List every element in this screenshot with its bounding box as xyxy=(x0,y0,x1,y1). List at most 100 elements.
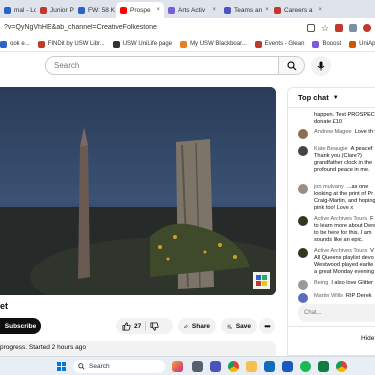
thumbs-down-icon[interactable] xyxy=(150,321,159,331)
voice-search-button[interactable] xyxy=(311,56,331,76)
tab-label: Careers a xyxy=(284,6,313,14)
close-tab-icon[interactable]: × xyxy=(265,7,269,13)
bookmark-label: FINDit by USW Libr... xyxy=(47,41,105,47)
chat-mode-selector[interactable]: Top chat ▼ xyxy=(288,88,375,108)
like-button[interactable]: 27 xyxy=(122,321,141,331)
chat-text: F xyxy=(370,216,374,222)
bookmark-label: UniApps xyxy=(359,41,375,47)
share-label: Share xyxy=(191,322,210,330)
bookmark-item[interactable]: FINDit by USW Libr... xyxy=(37,40,105,48)
chat-text: Thank you (Clare?) xyxy=(314,153,362,159)
browser-tab[interactable]: FW: 58 K× xyxy=(74,2,116,18)
browser-tab[interactable]: Careers a × xyxy=(270,2,326,18)
chat-author[interactable]: jon mulvany xyxy=(314,184,344,190)
bookmark-item[interactable]: Booost xyxy=(312,40,341,48)
bookmark-item[interactable]: My USW Blackboar... xyxy=(180,40,247,48)
chat-input-placeholder: Chat... xyxy=(304,310,322,316)
chat-text: profound peace in me. xyxy=(314,167,370,173)
browser-tab[interactable]: Arts Activ × xyxy=(164,2,220,18)
browser-tab[interactable]: mal - Lo× xyxy=(0,2,36,18)
chat-message: profound peace in me. xyxy=(298,167,375,174)
more-actions-button[interactable]: ••• xyxy=(259,318,275,334)
extension-puzzle-icon[interactable] xyxy=(349,23,357,32)
chat-message: All Queens playlist devo xyxy=(298,255,375,262)
chat-text: ...as one xyxy=(346,184,369,190)
outlook-icon[interactable] xyxy=(264,361,275,372)
chat-avatar[interactable] xyxy=(298,280,308,290)
install-app-icon[interactable] xyxy=(307,23,315,32)
close-tab-icon[interactable]: × xyxy=(212,7,216,13)
bookmark-item[interactable]: Events - Glean xyxy=(254,40,304,48)
chat-avatar[interactable] xyxy=(298,293,308,303)
chat-text: RIP Derek xyxy=(345,293,372,299)
url-text[interactable]: ?v=QyNgVhHE&ab_channel=CreativeFolkeston… xyxy=(4,24,307,31)
bookmark-item[interactable]: UniApps xyxy=(349,40,375,48)
browser-tab[interactable]: Teams an × xyxy=(220,2,270,18)
taskbar-search-label: Search xyxy=(89,363,110,370)
tab-favicon-icon xyxy=(120,6,127,14)
chat-author[interactable]: Active Archives Tours xyxy=(314,248,367,254)
chat-message: a great Monday evening xyxy=(298,269,375,276)
chat-text: happen. Text PROSPECT xyxy=(314,112,375,118)
chat-author[interactable]: Being xyxy=(314,280,328,286)
chat-text: a great Monday evening xyxy=(314,269,375,275)
thumbs-up-icon xyxy=(122,321,131,331)
bookmark-favicon-icon xyxy=(112,40,120,48)
bookmark-favicon-icon xyxy=(254,40,262,48)
subscribe-button[interactable]: Subscribe xyxy=(0,318,41,334)
teams-icon[interactable] xyxy=(210,361,221,372)
chat-avatar[interactable] xyxy=(298,129,308,139)
extension-red-icon[interactable] xyxy=(335,23,343,32)
chat-author[interactable]: Andrew Magee xyxy=(314,129,352,135)
tab-favicon-icon xyxy=(40,6,47,14)
start-menu-icon[interactable] xyxy=(57,362,66,371)
chrome-alt-icon[interactable] xyxy=(336,361,347,372)
chat-message-body: to learn more about Dere xyxy=(314,223,375,230)
chat-message-body: Being I also love Glitter xyxy=(314,280,375,287)
taskbar-search[interactable]: Search xyxy=(73,360,165,373)
spotify-icon[interactable] xyxy=(300,361,311,372)
task-view-icon[interactable] xyxy=(192,361,203,372)
video-description[interactable]: progress. Started 2 hours ago xyxy=(0,341,276,356)
chat-message: Active Archives Tours V xyxy=(298,248,375,258)
chat-message: Martin Wills RIP Derek xyxy=(298,293,375,303)
share-button[interactable]: Share xyxy=(178,318,216,334)
video-title: et xyxy=(0,301,9,311)
bookmark-label: My USW Blackboar... xyxy=(190,41,247,47)
chat-author[interactable]: Kate Beaugie xyxy=(314,146,348,152)
close-tab-icon[interactable]: × xyxy=(318,7,322,13)
save-button[interactable]: Save xyxy=(221,318,257,334)
address-bar[interactable]: ?v=QyNgVhHE&ab_channel=CreativeFolkeston… xyxy=(0,18,375,37)
save-label: Save xyxy=(235,322,251,330)
excel-icon[interactable] xyxy=(318,361,329,372)
chat-message: pink too! Love x xyxy=(298,205,375,212)
profile-avatar-icon[interactable] xyxy=(363,23,371,32)
tab-favicon-icon xyxy=(274,6,281,14)
chat-message-body: to be here for this. I am xyxy=(314,230,375,237)
live-chat-panel: Top chat ▼ happen. Text PROSPECT donate £… xyxy=(287,87,375,356)
video-player[interactable] xyxy=(0,87,276,295)
chat-author[interactable]: Martin Wills xyxy=(314,293,343,299)
chat-message: Being I also love Glitter xyxy=(298,280,375,290)
chat-input[interactable]: Chat... xyxy=(298,304,375,322)
bookmark-label: ook e... xyxy=(10,41,30,47)
hide-chat-button[interactable]: Hide xyxy=(288,326,375,355)
browser-tab[interactable]: Prospe × xyxy=(116,2,164,18)
windows-taskbar: Search xyxy=(0,356,375,375)
search-input[interactable]: Search xyxy=(45,56,279,75)
bookmark-item[interactable]: USW UniLife page xyxy=(112,40,172,48)
chat-text: pink too! Love x xyxy=(314,205,354,211)
chrome-icon[interactable] xyxy=(228,361,239,372)
chat-message: Active Archives Tours F xyxy=(298,216,375,226)
word-icon[interactable] xyxy=(282,361,293,372)
file-explorer-icon[interactable] xyxy=(246,361,257,372)
browser-tab[interactable]: Junior Pro× xyxy=(36,2,74,18)
share-icon xyxy=(184,324,188,328)
chat-message-body: Westwood played earlie xyxy=(314,262,375,269)
chat-author[interactable]: Active Archives Tours xyxy=(314,216,367,222)
search-button[interactable] xyxy=(279,56,305,75)
bookmark-star-icon[interactable]: ☆ xyxy=(321,23,329,32)
bookmark-item[interactable]: ook e... xyxy=(0,40,30,48)
close-tab-icon[interactable]: × xyxy=(156,7,160,13)
copilot-icon[interactable] xyxy=(172,361,183,372)
